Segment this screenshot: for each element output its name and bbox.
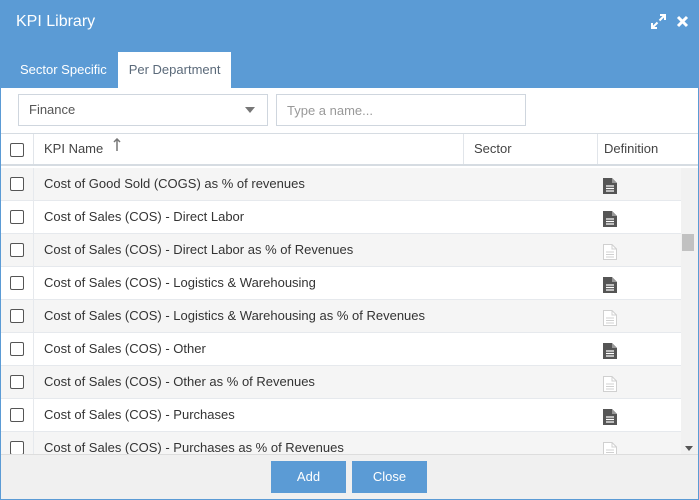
definition-cell [598, 366, 681, 398]
row-checkbox[interactable] [10, 276, 24, 290]
add-button[interactable]: Add [271, 461, 346, 493]
row-checkbox[interactable] [10, 342, 24, 356]
row-check-cell [1, 333, 34, 365]
kpi-library-dialog: KPI Library Sector Specific Per Departme… [0, 0, 699, 500]
definition-cell [598, 168, 681, 200]
document-icon [602, 374, 618, 392]
kpi-name-cell: Cost of Sales (COS) - Purchases as % of … [44, 440, 344, 455]
table-row[interactable]: Cost of Sales (COS) - Direct Labor as % … [1, 234, 681, 267]
document-icon [602, 440, 618, 455]
sector-cell [464, 333, 598, 365]
row-checkbox[interactable] [10, 408, 24, 422]
definition-cell [598, 432, 681, 455]
definition-cell [598, 300, 681, 332]
close-icon[interactable] [674, 13, 690, 29]
row-check-cell [1, 399, 34, 431]
row-checkbox[interactable] [10, 309, 24, 323]
definition-cell [598, 234, 681, 266]
sector-cell [464, 399, 598, 431]
vertical-scrollbar[interactable] [681, 168, 698, 455]
sector-cell [464, 168, 598, 200]
row-check-cell [1, 168, 34, 200]
kpi-name-cell: Cost of Good Sold (COGS) as % of revenue… [44, 176, 305, 191]
row-checkbox[interactable] [10, 441, 24, 455]
row-check-cell [1, 201, 34, 233]
sector-cell [464, 234, 598, 266]
tab-sector-specific[interactable]: Sector Specific [9, 52, 118, 88]
column-header-kpi-name[interactable]: KPI Name [34, 134, 464, 164]
dialog-footer: Add Close [1, 454, 698, 499]
kpi-name-cell: Cost of Sales (COS) - Other as % of Reve… [44, 374, 315, 389]
row-check-cell [1, 234, 34, 266]
row-check-cell [1, 300, 34, 332]
row-check-cell [1, 267, 34, 299]
close-button[interactable]: Close [352, 461, 427, 493]
definition-cell [598, 333, 681, 365]
sector-cell [464, 267, 598, 299]
row-checkbox[interactable] [10, 210, 24, 224]
filter-bar: Finance [1, 88, 698, 133]
definition-cell [598, 267, 681, 299]
row-checkbox[interactable] [10, 243, 24, 257]
table-row[interactable]: Cost of Sales (COS) - Logistics & Wareho… [1, 267, 681, 300]
department-select[interactable]: Finance [18, 94, 268, 126]
scroll-down-icon[interactable] [685, 446, 693, 451]
column-header-kpi-name-label: KPI Name [44, 141, 104, 156]
kpi-grid: KPI Name Sector Definition Cost of Good … [1, 133, 698, 455]
document-icon [602, 242, 618, 260]
name-search-input[interactable] [276, 94, 526, 126]
scroll-thumb[interactable] [682, 234, 694, 251]
definition-cell [598, 399, 681, 431]
row-check-cell [1, 432, 34, 455]
sector-cell [464, 432, 598, 455]
header-check-cell [1, 134, 34, 164]
document-icon[interactable] [602, 176, 618, 194]
kpi-name-cell: Cost of Sales (COS) - Other [44, 341, 206, 356]
dialog-title: KPI Library [16, 13, 96, 30]
department-select-value: Finance [29, 102, 76, 117]
kpi-name-cell: Cost of Sales (COS) - Direct Labor as % … [44, 242, 354, 257]
grid-body: Cost of Good Sold (COGS) as % of revenue… [1, 168, 681, 455]
header-actions [650, 13, 690, 29]
definition-cell [598, 201, 681, 233]
table-row[interactable]: Cost of Good Sold (COGS) as % of revenue… [1, 168, 681, 201]
sector-cell [464, 366, 598, 398]
grid-header: KPI Name Sector Definition [1, 134, 698, 166]
column-header-sector[interactable]: Sector [464, 134, 598, 164]
table-row[interactable]: Cost of Sales (COS) - Logistics & Wareho… [1, 300, 681, 333]
kpi-name-cell: Cost of Sales (COS) - Logistics & Wareho… [44, 275, 316, 290]
row-checkbox[interactable] [10, 177, 24, 191]
column-header-definition[interactable]: Definition [598, 134, 698, 164]
table-row[interactable]: Cost of Sales (COS) - Purchases as % of … [1, 432, 681, 455]
tab-per-department[interactable]: Per Department [117, 52, 232, 88]
document-icon[interactable] [602, 275, 618, 293]
sort-ascending-icon [113, 133, 121, 163]
document-icon[interactable] [602, 407, 618, 425]
sector-cell [464, 300, 598, 332]
kpi-name-cell: Cost of Sales (COS) - Logistics & Wareho… [44, 308, 426, 323]
table-row[interactable]: Cost of Sales (COS) - Other as % of Reve… [1, 366, 681, 399]
document-icon[interactable] [602, 209, 618, 227]
kpi-name-cell: Cost of Sales (COS) - Purchases [44, 407, 235, 422]
row-check-cell [1, 366, 34, 398]
document-icon[interactable] [602, 341, 618, 359]
document-icon [602, 308, 618, 326]
table-row[interactable]: Cost of Sales (COS) - Other [1, 333, 681, 366]
select-all-checkbox[interactable] [10, 143, 24, 157]
table-row[interactable]: Cost of Sales (COS) - Purchases [1, 399, 681, 432]
tab-bar: Sector Specific Per Department [9, 52, 232, 88]
row-checkbox[interactable] [10, 375, 24, 389]
table-row[interactable]: Cost of Sales (COS) - Direct Labor [1, 201, 681, 234]
chevron-down-icon [245, 107, 255, 113]
expand-icon[interactable] [650, 13, 666, 29]
kpi-name-cell: Cost of Sales (COS) - Direct Labor [44, 209, 245, 224]
sector-cell [464, 201, 598, 233]
dialog-header: KPI Library Sector Specific Per Departme… [1, 1, 698, 88]
